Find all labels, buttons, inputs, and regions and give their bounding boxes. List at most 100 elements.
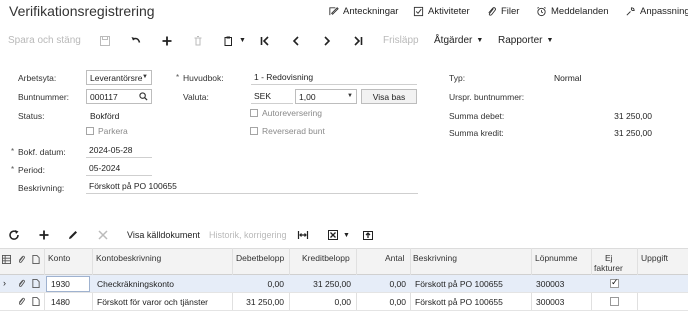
parkera-checkbox[interactable]: Parkera bbox=[86, 126, 128, 136]
visa-bas-label: Visa bas bbox=[372, 92, 406, 102]
alarm-icon bbox=[537, 6, 546, 17]
cell-beskrivning[interactable]: Förskott på PO 100655 bbox=[415, 297, 503, 307]
period-field[interactable]: 05-2024 bbox=[86, 161, 152, 176]
add-row-button[interactable] bbox=[38, 228, 50, 242]
attachment-icon[interactable] bbox=[17, 297, 26, 306]
cell-konto[interactable]: 1930 bbox=[51, 279, 70, 289]
status-value: Bokförd bbox=[90, 111, 120, 121]
copy-paste-button[interactable]: ▼ bbox=[223, 33, 246, 48]
files-link-label: Filer bbox=[501, 6, 520, 17]
status-label: Status: bbox=[18, 111, 45, 121]
column-lopnummer[interactable]: Löpnumme bbox=[535, 253, 578, 263]
visa-bas-button[interactable]: Visa bas bbox=[361, 89, 417, 104]
search-icon[interactable] bbox=[139, 92, 148, 101]
activities-icon bbox=[413, 6, 424, 17]
upload-button[interactable] bbox=[362, 228, 374, 242]
messages-link[interactable]: Meddelanden bbox=[536, 6, 609, 17]
chevron-left-icon bbox=[292, 35, 299, 46]
visa-kalldokument-button[interactable]: Visa källdokument bbox=[127, 228, 200, 242]
huvudbok-field[interactable]: 1 - Redovisning bbox=[251, 70, 417, 85]
chevron-down-icon: ▼ bbox=[239, 37, 246, 44]
notes-link[interactable]: Anteckningar bbox=[328, 6, 398, 17]
actions-menu[interactable]: Åtgärder ▼ bbox=[434, 33, 483, 48]
reverserad-bunt-checkbox-box[interactable] bbox=[250, 127, 258, 135]
column-ej-fakturera-line1[interactable]: Ej bbox=[605, 253, 613, 263]
plus-icon bbox=[39, 230, 49, 240]
cell-lopnummer: 300003 bbox=[536, 297, 565, 307]
column-beskrivning[interactable]: Beskrivning bbox=[413, 253, 457, 263]
release-button[interactable]: Frisläpp bbox=[383, 33, 419, 48]
historik-button[interactable]: Historik, korrigering bbox=[209, 228, 287, 242]
historik-label: Historik, korrigering bbox=[209, 230, 287, 240]
arbetsyta-select[interactable]: Leverantörsre ▼ bbox=[86, 70, 152, 85]
row-pointer-icon: › bbox=[3, 278, 6, 288]
cell-lopnummer: 300003 bbox=[536, 279, 565, 289]
cell-beskrivning[interactable]: Förskott på PO 100655 bbox=[415, 279, 503, 289]
trash-icon bbox=[194, 35, 202, 45]
activities-link[interactable]: Aktiviteter bbox=[413, 6, 470, 17]
next-record-button[interactable] bbox=[321, 33, 333, 48]
bokf-datum-label: Bokf. datum: bbox=[11, 147, 66, 157]
autoreversering-checkbox[interactable]: Autoreversering bbox=[250, 108, 322, 118]
cell-debet[interactable]: 31 250,00 bbox=[232, 297, 284, 307]
column-konto[interactable]: Konto bbox=[48, 253, 70, 263]
table-row[interactable]: › 1930 Checkräkningskonto 0,00 31 250,00… bbox=[0, 275, 688, 293]
delete-row-button[interactable] bbox=[97, 228, 109, 242]
save-button[interactable] bbox=[99, 33, 111, 48]
valuta-rate-select[interactable]: 1,00 ▼ bbox=[295, 89, 357, 104]
refresh-icon bbox=[9, 230, 19, 240]
files-link[interactable]: Filer bbox=[486, 6, 519, 17]
reports-menu[interactable]: Rapporter ▼ bbox=[498, 33, 553, 48]
export-button[interactable]: ▼ bbox=[327, 228, 350, 242]
bokf-datum-field[interactable]: 2024-05-28 bbox=[86, 143, 152, 158]
customization-link[interactable]: Anpassning bbox=[625, 6, 688, 17]
beskrivning-field[interactable]: Förskott på PO 100655 bbox=[86, 179, 418, 194]
plus-icon bbox=[162, 36, 172, 45]
column-uppgift[interactable]: Uppgift bbox=[641, 253, 668, 263]
delete-button[interactable] bbox=[192, 33, 204, 48]
document-icon bbox=[32, 255, 40, 264]
undo-button[interactable] bbox=[130, 33, 142, 48]
previous-record-button[interactable] bbox=[290, 33, 302, 48]
arbetsyta-value: Leverantörsre bbox=[90, 73, 143, 83]
parkera-checkbox-box[interactable] bbox=[86, 127, 94, 135]
save-close-button[interactable]: Spara och stäng bbox=[8, 33, 81, 48]
beskrivning-value: Förskott på PO 100655 bbox=[89, 181, 177, 191]
cell-antal[interactable]: 0,00 bbox=[356, 279, 406, 289]
cell-debet[interactable]: 0,00 bbox=[232, 279, 284, 289]
edit-row-button[interactable] bbox=[67, 228, 79, 242]
first-record-button[interactable] bbox=[259, 33, 271, 48]
cell-antal[interactable]: 0,00 bbox=[356, 297, 406, 307]
column-antal[interactable]: Antal bbox=[385, 253, 404, 263]
attachment-icon[interactable] bbox=[17, 279, 26, 288]
ej-fakturera-checkbox[interactable] bbox=[610, 297, 619, 306]
column-kreditbelopp[interactable]: Kreditbelopp bbox=[302, 253, 350, 263]
document-icon[interactable] bbox=[32, 279, 40, 288]
valuta-code-field[interactable]: SEK bbox=[251, 89, 293, 104]
cell-kredit[interactable]: 31 250,00 bbox=[289, 279, 351, 289]
buntnummer-label: Buntnummer: bbox=[18, 92, 70, 102]
cell-kredit[interactable]: 0,00 bbox=[289, 297, 351, 307]
notes-link-label: Anteckningar bbox=[343, 6, 399, 17]
ej-fakturera-checkbox[interactable] bbox=[610, 277, 619, 288]
urspr-buntnummer-label: Urspr. buntnummer: bbox=[449, 92, 525, 102]
fit-columns-button[interactable] bbox=[297, 228, 309, 242]
grid-toolbar: Visa källdokument Historik, korrigering … bbox=[0, 224, 688, 246]
buntnummer-field[interactable]: 000117 bbox=[86, 89, 152, 104]
chevron-down-icon: ▼ bbox=[343, 231, 350, 239]
grid-settings-icon[interactable] bbox=[2, 255, 11, 264]
activities-link-label: Aktiviteter bbox=[428, 6, 470, 17]
column-ej-fakturera-line2[interactable]: fakturer bbox=[594, 263, 623, 273]
add-button[interactable] bbox=[161, 33, 173, 48]
release-label: Frisläpp bbox=[383, 35, 419, 46]
column-kontobeskrivning[interactable]: Kontobeskrivning bbox=[96, 253, 161, 263]
last-record-button[interactable] bbox=[352, 33, 364, 48]
autoreversering-checkbox-box[interactable] bbox=[250, 109, 258, 117]
column-debetbelopp[interactable]: Debetbelopp bbox=[236, 253, 284, 263]
cell-konto[interactable]: 1480 bbox=[51, 297, 70, 307]
document-icon[interactable] bbox=[32, 297, 40, 306]
table-row[interactable]: 1480 Förskott för varor och tjänster 31 … bbox=[0, 293, 688, 311]
refresh-button[interactable] bbox=[8, 228, 20, 242]
reverserad-bunt-checkbox[interactable]: Reverserad bunt bbox=[250, 126, 325, 136]
visa-kalldokument-label: Visa källdokument bbox=[127, 230, 200, 240]
